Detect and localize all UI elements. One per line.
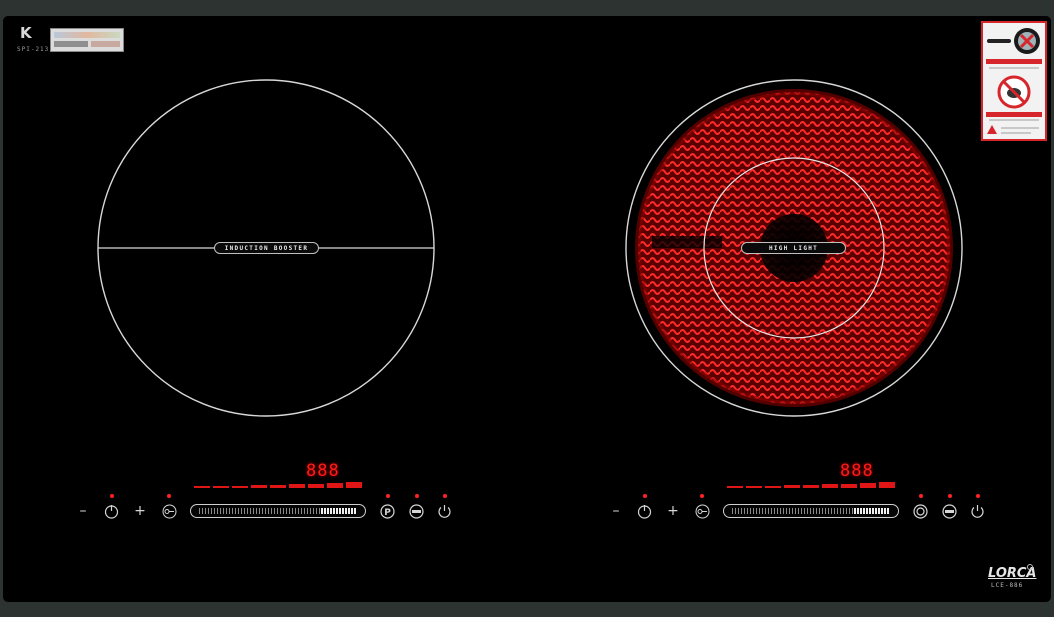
power-bar [860,483,876,488]
power-icon[interactable] [970,504,985,519]
left-plus-button[interactable]: + [133,504,147,518]
timer-icon[interactable] [104,504,119,519]
booster-icon[interactable] [409,504,424,519]
power-bar [784,485,800,488]
left-power-bars [194,482,362,488]
power-bar [841,484,857,488]
power-bar [346,482,362,488]
power-bar [194,486,210,488]
svg-text:P: P [384,508,391,518]
booster-indicator [415,494,419,498]
key-lock-icon[interactable] [695,504,710,519]
right-power-bars [727,482,895,488]
booster-indicator [948,494,952,498]
dual-ring-icon[interactable] [913,504,928,519]
timer-indicator [110,494,114,498]
power-bar [251,485,267,488]
lock-indicator [700,494,704,498]
cooking-zones [97,79,963,417]
key-lock-icon[interactable] [162,504,177,519]
timer-indicator [643,494,647,498]
registered-mark [1027,564,1033,570]
power-bar [822,484,838,488]
left-power-slider[interactable] [190,504,366,518]
pause-indicator [386,494,390,498]
power-bar [270,485,286,488]
right-power-slider[interactable] [723,504,899,518]
power-bar [327,483,343,488]
lock-indicator [167,494,171,498]
power-indicator [976,494,980,498]
power-bar [765,486,781,488]
left-zone-label: INDUCTION BOOSTER [214,242,319,254]
dual-ring-indicator [919,494,923,498]
power-bar [746,486,762,488]
right-zone-label: HIGH LIGHT [741,242,846,254]
right-minus-button[interactable]: – [609,504,623,518]
left-digit-display: 888 [306,461,340,481]
right-digit-display: 888 [840,461,874,481]
power-bar [803,485,819,488]
logo-model: LCE-886 [991,582,1024,589]
pause-p-icon[interactable]: P [380,504,395,519]
booster-icon[interactable] [942,504,957,519]
power-bar [289,484,305,488]
power-indicator [443,494,447,498]
power-bar [213,486,229,488]
power-bar [879,482,895,488]
timer-icon[interactable] [637,504,652,519]
right-plus-button[interactable]: + [666,504,680,518]
power-bar [727,486,743,488]
power-icon[interactable] [437,504,452,519]
power-bar [308,484,324,488]
power-bar [232,486,248,488]
left-minus-button[interactable]: – [76,504,90,518]
